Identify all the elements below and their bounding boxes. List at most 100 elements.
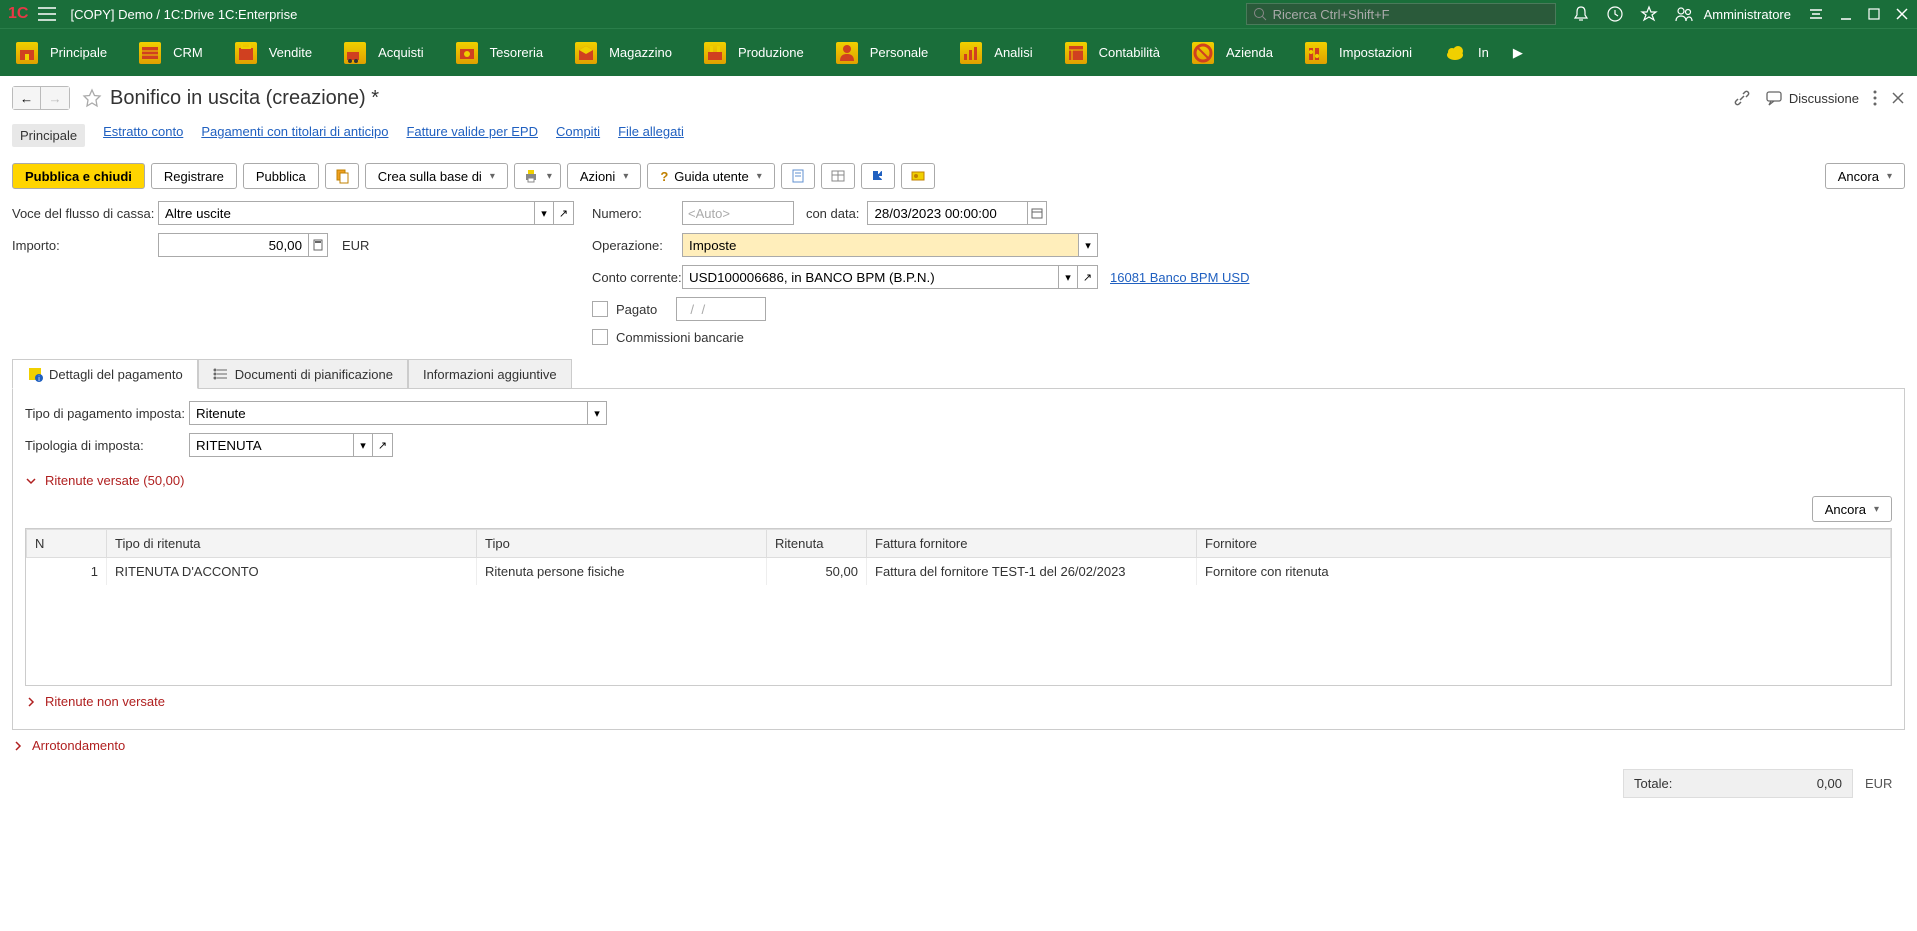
- create-based-on-button[interactable]: Crea sulla base di: [365, 163, 508, 189]
- close-window-icon[interactable]: [1895, 7, 1909, 21]
- search-icon: [1253, 7, 1267, 21]
- search-placeholder: Ricerca Ctrl+Shift+F: [1273, 7, 1390, 22]
- nav-personale[interactable]: Personale: [820, 29, 945, 76]
- docnav-estratto[interactable]: Estratto conto: [103, 124, 183, 147]
- nav-azienda[interactable]: Azienda: [1176, 29, 1289, 76]
- number-input[interactable]: [682, 201, 794, 225]
- hr-icon: [836, 42, 858, 64]
- section-ritenute-versate[interactable]: Ritenute versate (50,00): [25, 465, 1892, 496]
- print-icon: [523, 168, 539, 184]
- date-label: con data:: [806, 206, 860, 221]
- date-picker-button[interactable]: [1027, 201, 1047, 225]
- post-button[interactable]: Pubblica: [243, 163, 319, 189]
- commissions-checkbox[interactable]: [592, 329, 608, 345]
- company-icon: [1192, 42, 1214, 64]
- discussion-button[interactable]: Discussione: [1765, 89, 1859, 107]
- main-navbar: Principale CRM Vendite Acquisti Tesoreri…: [0, 28, 1917, 76]
- amount-calc-button[interactable]: [308, 233, 328, 257]
- tax-type-dropdown[interactable]: ▾: [353, 433, 373, 457]
- minimize-icon[interactable]: [1839, 7, 1853, 21]
- notifications-icon[interactable]: [1572, 5, 1590, 23]
- nav-overflow[interactable]: In: [1428, 29, 1505, 76]
- account-input[interactable]: [682, 265, 1058, 289]
- register-button[interactable]: Registrare: [151, 163, 237, 189]
- section-ritenute-non-versate[interactable]: Ritenute non versate: [25, 686, 1892, 717]
- chat-icon: [1765, 89, 1783, 107]
- link-icon[interactable]: [1733, 89, 1751, 107]
- document-nav: Principale Estratto conto Pagamenti con …: [0, 120, 1917, 157]
- grid-more-button[interactable]: Ancora: [1812, 496, 1892, 522]
- favorite-star-icon[interactable]: [82, 88, 102, 108]
- account-dropdown[interactable]: ▾: [1058, 265, 1078, 289]
- main-menu-icon[interactable]: [38, 7, 56, 21]
- chevron-right-icon: [12, 740, 26, 752]
- cashflow-input[interactable]: [158, 201, 534, 225]
- copy-doc-button[interactable]: [325, 163, 359, 189]
- maximize-icon[interactable]: [1867, 7, 1881, 21]
- tab-payment-details[interactable]: i Dettagli del pagamento: [12, 359, 198, 389]
- report-button[interactable]: [781, 163, 815, 189]
- print-button[interactable]: [514, 163, 561, 189]
- nav-analisi[interactable]: Analisi: [944, 29, 1048, 76]
- close-page-icon[interactable]: [1891, 91, 1905, 105]
- docnav-anticipo[interactable]: Pagamenti con titolari di anticipo: [201, 124, 388, 147]
- operation-input[interactable]: [682, 233, 1078, 257]
- total-value: 0,00: [1817, 776, 1842, 791]
- section-arrotondamento[interactable]: Arrotondamento: [0, 730, 1917, 761]
- tax-type-input[interactable]: [189, 433, 353, 457]
- tab-planning-docs[interactable]: Documenti di pianificazione: [198, 359, 408, 388]
- user-card-button[interactable]: [901, 163, 935, 189]
- amount-input[interactable]: [158, 233, 308, 257]
- cashflow-label: Voce del flusso di cassa:: [12, 206, 158, 221]
- table-icon: [830, 168, 846, 184]
- account-label: Conto corrente:: [592, 270, 682, 285]
- nav-impostazioni[interactable]: Impostazioni: [1289, 29, 1428, 76]
- history-icon[interactable]: [1606, 5, 1624, 23]
- nav-vendite[interactable]: Vendite: [219, 29, 328, 76]
- paid-checkbox[interactable]: [592, 301, 608, 317]
- account-open[interactable]: ↗: [1078, 265, 1098, 289]
- nav-produzione[interactable]: Produzione: [688, 29, 820, 76]
- more-actions-icon[interactable]: [1873, 89, 1877, 107]
- forward-button[interactable]: →: [41, 87, 69, 109]
- puzzle-button[interactable]: [861, 163, 895, 189]
- cashflow-open[interactable]: ↗: [554, 201, 574, 225]
- operation-dropdown[interactable]: ▾: [1078, 233, 1098, 257]
- user-name[interactable]: Amministratore: [1704, 7, 1791, 22]
- actions-button[interactable]: Azioni: [567, 163, 641, 189]
- calculator-icon: [313, 239, 323, 251]
- grid-row[interactable]: 1 RITENUTA D'ACCONTO Ritenuta persone fi…: [27, 558, 1891, 586]
- docnav-epd[interactable]: Fatture valide per EPD: [406, 124, 538, 147]
- docnav-principale[interactable]: Principale: [12, 124, 85, 147]
- nav-acquisti[interactable]: Acquisti: [328, 29, 440, 76]
- back-button[interactable]: ←: [13, 87, 41, 109]
- help-button[interactable]: ?Guida utente: [647, 163, 774, 189]
- tax-payment-type-input[interactable]: [189, 401, 587, 425]
- nav-principale[interactable]: Principale: [0, 29, 123, 76]
- cashflow-dropdown[interactable]: ▾: [534, 201, 554, 225]
- favorites-icon[interactable]: [1640, 5, 1658, 23]
- nav-crm[interactable]: CRM: [123, 29, 219, 76]
- warehouse-icon: [575, 42, 597, 64]
- tax-payment-type-dropdown[interactable]: ▾: [587, 401, 607, 425]
- date-input[interactable]: [867, 201, 1027, 225]
- nav-scroll-right[interactable]: ▶: [1505, 45, 1531, 61]
- paid-date-input[interactable]: [676, 297, 766, 321]
- docnav-compiti[interactable]: Compiti: [556, 124, 600, 147]
- post-and-close-button[interactable]: Pubblica e chiudi: [12, 163, 145, 189]
- tab-additional-info[interactable]: Informazioni aggiuntive: [408, 359, 572, 388]
- account-link[interactable]: 16081 Banco BPM USD: [1110, 270, 1249, 285]
- nav-contabilita[interactable]: Contabilità: [1049, 29, 1176, 76]
- tax-type-open[interactable]: ↗: [373, 433, 393, 457]
- withholdings-grid: N Tipo di ritenuta Tipo Ritenuta Fattura…: [25, 528, 1892, 686]
- global-search-input[interactable]: Ricerca Ctrl+Shift+F: [1246, 3, 1556, 25]
- grid-button[interactable]: [821, 163, 855, 189]
- more-button[interactable]: Ancora: [1825, 163, 1905, 189]
- total-currency: EUR: [1865, 776, 1905, 791]
- nav-magazzino[interactable]: Magazzino: [559, 29, 688, 76]
- settings-icon[interactable]: [1807, 5, 1825, 23]
- docnav-allegati[interactable]: File allegati: [618, 124, 684, 147]
- copy-icon: [334, 168, 350, 184]
- users-icon[interactable]: [1674, 5, 1694, 23]
- nav-tesoreria[interactable]: Tesoreria: [440, 29, 559, 76]
